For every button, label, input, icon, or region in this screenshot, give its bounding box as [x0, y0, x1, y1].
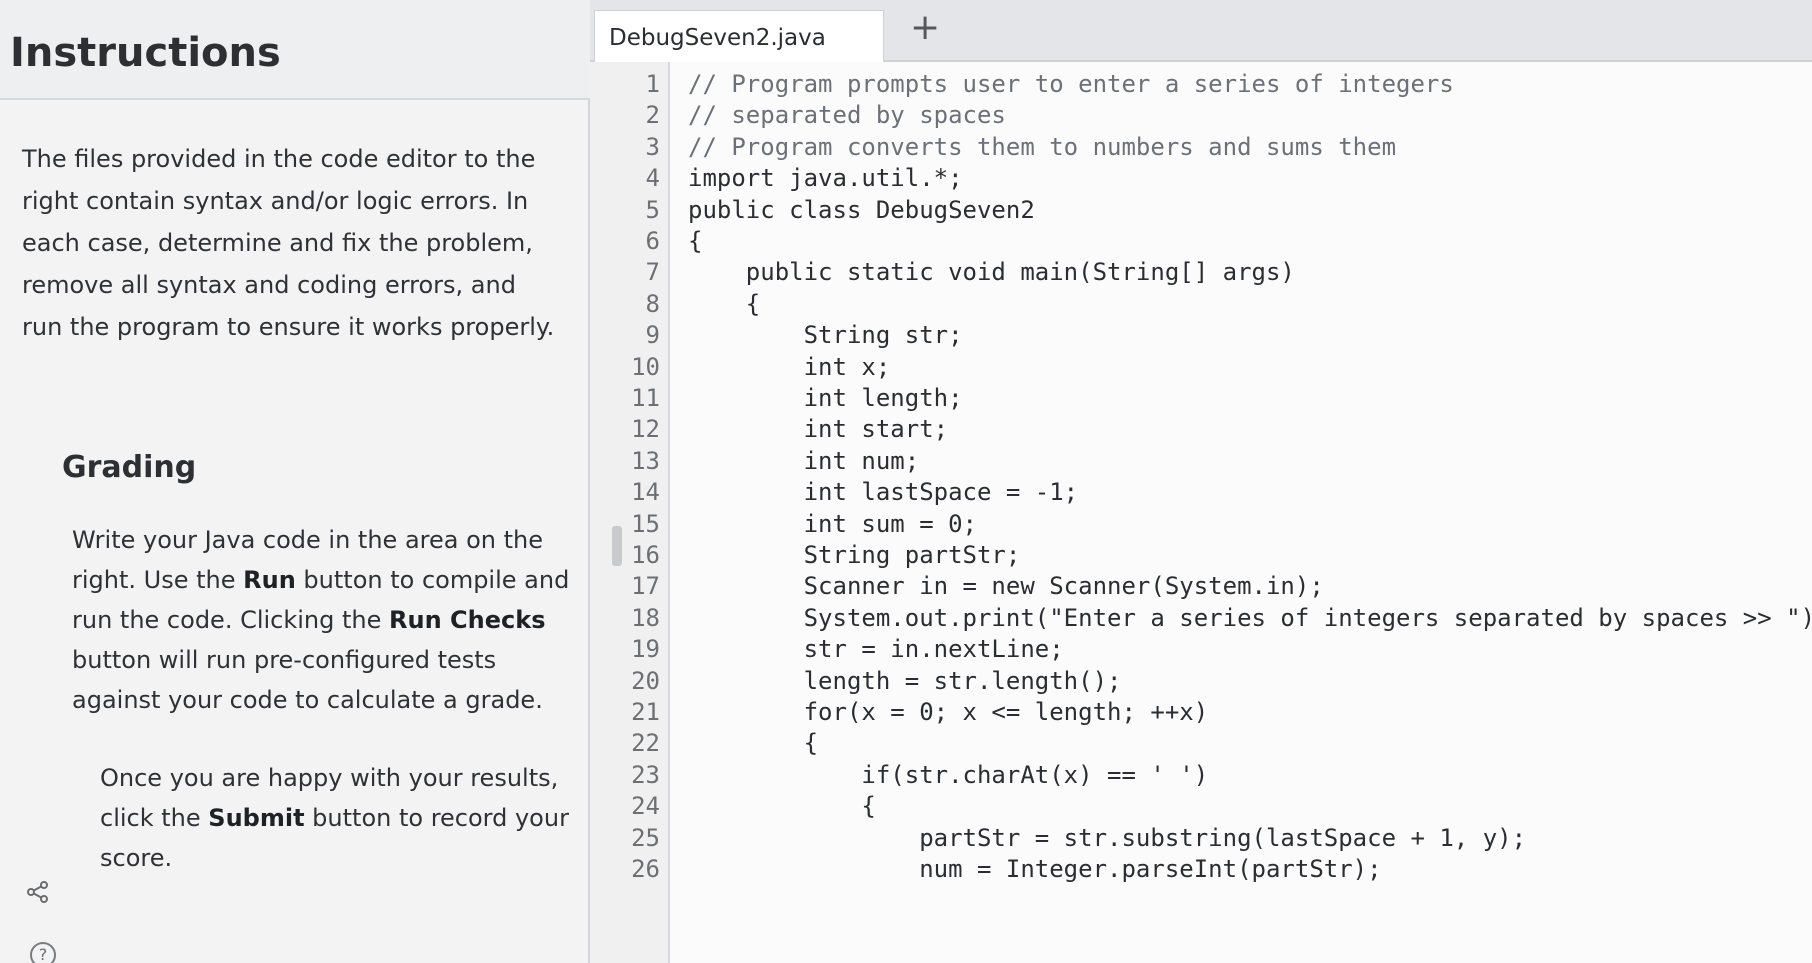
line-number: 8	[645, 289, 660, 318]
code-text: import java.util.*;	[688, 164, 963, 193]
help-icon[interactable]: ?	[30, 942, 56, 963]
line-number: 21	[631, 698, 660, 726]
code-line[interactable]: 14 int lastSpace = -1;	[590, 476, 1812, 508]
code-text: String partStr;	[688, 541, 1021, 569]
line-number: 1	[645, 70, 660, 98]
code-text: int sum = 0;	[688, 509, 977, 538]
code-line[interactable]: 15 int sum = 0;	[590, 508, 1812, 540]
code-line[interactable]: 1 // Program prompts user to enter a seri…	[590, 68, 1812, 100]
line-number: 4	[645, 164, 660, 193]
code-text: public class DebugSeven2	[688, 195, 1035, 224]
line-number: 20	[631, 666, 660, 695]
code-line[interactable]: 4 import java.util.*;	[590, 162, 1812, 194]
grading-title: Grading	[62, 450, 197, 485]
code-text: partStr = str.substring(lastSpace + 1, y…	[688, 823, 1527, 852]
code-line[interactable]: 5 public class DebugSeven2	[590, 194, 1812, 226]
line-number: 25	[631, 823, 660, 852]
line-number: 16	[631, 541, 660, 569]
add-tab-button[interactable]: +	[910, 8, 940, 48]
run-button-reference: Run	[243, 566, 296, 594]
code-area[interactable]: 1 // Program prompts user to enter a seri…	[590, 62, 1812, 963]
line-number: 10	[631, 352, 660, 381]
code-text: num = Integer.parseInt(partStr);	[688, 855, 1382, 883]
code-text: // Program prompts user to enter a serie…	[688, 70, 1454, 98]
line-number: 15	[631, 509, 660, 538]
code-line[interactable]: 9 String str;	[590, 319, 1812, 351]
code-text: Scanner in = new Scanner(System.in);	[688, 572, 1324, 601]
code-text: {	[688, 227, 703, 255]
code-text: str = in.nextLine;	[688, 635, 1064, 664]
code-text: {	[688, 729, 819, 758]
code-line[interactable]: 20 length = str.length();	[590, 665, 1812, 697]
line-number: 2	[645, 101, 660, 130]
code-text: int start;	[688, 415, 949, 444]
line-number: 22	[631, 729, 660, 758]
share-icon[interactable]	[26, 880, 50, 904]
code-line[interactable]: 3 // Program converts them to numbers and…	[590, 131, 1812, 163]
line-number: 12	[631, 415, 660, 444]
code-text: System.out.print("Enter a series of inte…	[688, 603, 1812, 632]
instructions-title: Instructions	[10, 30, 281, 76]
line-number: 11	[631, 384, 660, 412]
code-text: {	[688, 792, 876, 821]
code-text: int x;	[688, 352, 891, 381]
code-line[interactable]: 12 int start;	[590, 413, 1812, 445]
line-number: 18	[631, 603, 660, 632]
code-text: public static void main(String[] args)	[688, 258, 1295, 287]
code-line[interactable]: 6{	[590, 225, 1812, 257]
code-line[interactable]: 24 {	[590, 790, 1812, 822]
code-line[interactable]: 25 partStr = str.substring(lastSpace + 1…	[590, 822, 1812, 854]
code-line[interactable]: 13 int num;	[590, 445, 1812, 477]
run-checks-button-reference: Run Checks	[389, 606, 546, 634]
line-number: 5	[645, 195, 660, 224]
code-text: for(x = 0; x <= length; ++x)	[688, 698, 1209, 726]
code-editor: DebugSeven2.java + 1 // Program prompts u…	[590, 0, 1812, 963]
code-text: int num;	[688, 446, 920, 475]
code-text: int length;	[688, 384, 963, 412]
code-line[interactable]: 18 System.out.print("Enter a series of i…	[590, 602, 1812, 634]
code-text: int lastSpace = -1;	[688, 478, 1079, 507]
instructions-panel: Instructions The files provided in the c…	[0, 0, 590, 963]
code-line[interactable]: 21 for(x = 0; x <= length; ++x)	[590, 696, 1812, 728]
line-number: 6	[645, 227, 660, 255]
code-line[interactable]: 10 int x;	[590, 351, 1812, 383]
code-text: String str;	[688, 321, 963, 350]
code-line[interactable]: 7 public static void main(String[] args)	[590, 256, 1812, 288]
submit-button-reference: Submit	[208, 804, 305, 832]
code-line[interactable]: 11 int length;	[590, 382, 1812, 414]
code-line[interactable]: 22 {	[590, 727, 1812, 759]
line-number: 13	[631, 446, 660, 475]
instructions-intro: The files provided in the code editor to…	[22, 145, 555, 341]
code-line[interactable]: 16 String partStr;	[590, 539, 1812, 571]
line-number: 17	[631, 572, 660, 601]
code-line[interactable]: 2 // separated by spaces	[590, 99, 1812, 131]
line-number: 7	[645, 258, 660, 287]
code-line[interactable]: 8 {	[590, 288, 1812, 320]
grading-text: Write your Java code in the area on the …	[72, 520, 572, 720]
editor-tab-bar: DebugSeven2.java +	[590, 0, 1812, 64]
line-number: 19	[631, 635, 660, 664]
code-line[interactable]: 19 str = in.nextLine;	[590, 633, 1812, 665]
code-text: length = str.length();	[688, 666, 1122, 695]
tab-label: DebugSeven2.java	[609, 25, 826, 51]
line-number: 23	[631, 760, 660, 789]
code-line[interactable]: 26 num = Integer.parseInt(partStr);	[590, 853, 1812, 885]
code-text: if(str.charAt(x) == ' ')	[688, 760, 1209, 789]
line-number: 14	[631, 478, 660, 507]
line-number: 9	[645, 321, 660, 350]
code-text: {	[688, 289, 761, 318]
screen: Instructions The files provided in the c…	[0, 0, 1812, 963]
code-text: // separated by spaces	[688, 101, 1006, 130]
line-number: 26	[631, 855, 660, 883]
code-line[interactable]: 17 Scanner in = new Scanner(System.in);	[590, 570, 1812, 602]
instructions-header: Instructions	[0, 0, 590, 100]
tab-debugseven2-java[interactable]: DebugSeven2.java	[594, 10, 884, 64]
line-number: 24	[631, 792, 660, 821]
submit-text: Once you are happy with your results, cl…	[100, 758, 570, 878]
code-text: // Program converts them to numbers and …	[688, 132, 1397, 161]
grading-text-part: button will run pre-configured tests aga…	[72, 646, 543, 714]
line-number: 3	[645, 132, 660, 161]
code-line[interactable]: 23 if(str.charAt(x) == ' ')	[590, 759, 1812, 791]
